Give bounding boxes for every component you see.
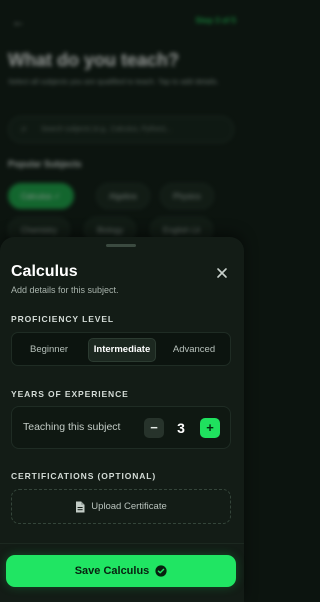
upload-certificate-label: Upload Certificate (91, 501, 167, 512)
step-indicator: Step 3 of 5 (195, 16, 236, 25)
save-button-label: Save Calculus (74, 565, 150, 577)
subject-search-input: ⌕ Search subjects (e.g., Calculus, Pytho… (8, 116, 234, 143)
search-placeholder: Search subjects (e.g., Calculus, Python)… (41, 126, 172, 133)
years-experience-card: Teaching this subject − 3 + (11, 406, 231, 449)
years-row-label: Teaching this subject (23, 421, 121, 433)
save-button[interactable]: Save Calculus (6, 555, 236, 587)
certifications-label: CERTIFICATIONS (OPTIONAL) (11, 471, 157, 481)
years-value: 3 (177, 420, 185, 436)
file-icon (76, 501, 85, 512)
subject-chip: Algebra (96, 183, 150, 209)
close-icon (217, 268, 227, 278)
background-title: What do you teach? (8, 50, 179, 70)
sheet-drag-handle[interactable] (106, 244, 136, 247)
subject-details-sheet: Calculus Add details for this subject. P… (0, 237, 244, 602)
sheet-title: Calculus (11, 263, 78, 280)
subject-chip: Physics (160, 183, 214, 209)
years-of-experience-label: YEARS OF EXPERIENCE (11, 389, 129, 399)
proficiency-segmented-control: Beginner Intermediate Advanced (11, 332, 231, 366)
close-button[interactable] (215, 266, 229, 280)
check-circle-icon (155, 565, 167, 577)
sheet-subtitle: Add details for this subject. (11, 285, 119, 295)
proficiency-option-intermediate[interactable]: Intermediate (88, 338, 156, 362)
background-top-bar: ← Step 3 of 5 (10, 14, 236, 32)
background-subtitle: Select all subjects you are qualified to… (8, 77, 219, 86)
footer-divider (0, 543, 244, 544)
proficiency-option-advanced[interactable]: Advanced (162, 338, 226, 362)
decrement-button[interactable]: − (144, 418, 164, 438)
search-icon: ⌕ (21, 123, 28, 135)
popular-subjects-label: Popular Subjects (8, 159, 82, 169)
back-arrow-icon: ← (12, 14, 25, 29)
subject-chip: Calculus ✓ (8, 183, 74, 209)
upload-certificate-button[interactable]: Upload Certificate (11, 489, 231, 524)
increment-button[interactable]: + (200, 418, 220, 438)
proficiency-level-label: PROFICIENCY LEVEL (11, 314, 114, 324)
proficiency-option-beginner[interactable]: Beginner (17, 338, 81, 362)
